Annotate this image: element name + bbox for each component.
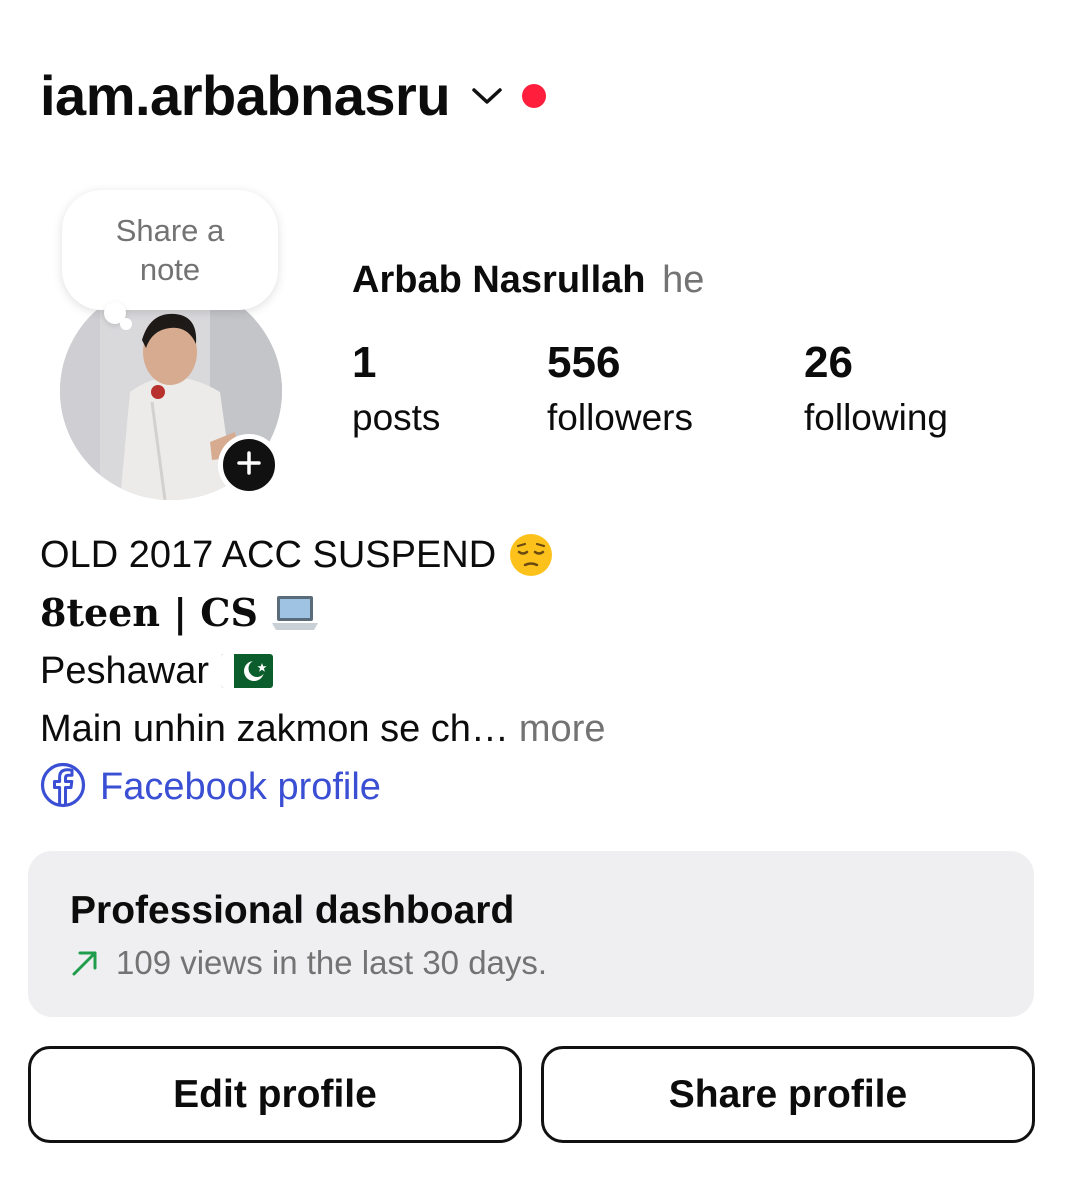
bio-line-2-text: 8teen | CS <box>40 590 258 635</box>
trend-up-arrow-icon <box>70 948 100 978</box>
posts-label: posts <box>352 397 441 438</box>
pensive-face-emoji <box>508 532 554 578</box>
pronouns: he <box>662 259 705 301</box>
notification-dot <box>522 84 547 108</box>
note-bubble-tail-small <box>120 318 132 330</box>
facebook-icon <box>40 762 86 813</box>
avatar-container <box>60 282 282 500</box>
bio-line-4: Main unhin zakmon se ch… more <box>40 700 1030 758</box>
profile-page: iam.arbabnasru Share a note Arbab Nasrul… <box>0 0 1070 1188</box>
bio-line-3-text: Peshawar <box>40 650 209 692</box>
followers-label: followers <box>547 397 693 438</box>
bio: OLD 2017 ACC SUSPEND 8teen | CS Peshawar… <box>40 526 1030 816</box>
pakistan-flag-emoji <box>220 652 273 690</box>
bio-line-1: OLD 2017 ACC SUSPEND <box>40 526 1030 584</box>
followers-count: 556 <box>547 338 621 387</box>
dashboard-subtitle: 109 views in the last 30 days. <box>116 944 548 981</box>
following-label: following <box>804 397 948 438</box>
followers-stat[interactable]: 556 followers <box>547 336 693 442</box>
plus-icon <box>236 450 262 481</box>
add-story-button[interactable] <box>218 434 280 496</box>
bio-line-3: Peshawar <box>40 642 1030 700</box>
full-name: Arbab Nasrullah <box>352 259 646 301</box>
posts-stat[interactable]: 1 posts <box>352 336 440 442</box>
share-note-bubble[interactable]: Share a note <box>62 190 278 310</box>
bio-line-1-text: OLD 2017 ACC SUSPEND <box>40 534 497 576</box>
bio-line-2: 8teen | CS <box>40 584 1030 642</box>
dashboard-subtitle-row: 109 views in the last 30 days. <box>70 941 992 985</box>
laptop-emoji <box>270 593 320 633</box>
dashboard-title: Professional dashboard <box>70 889 515 932</box>
posts-count: 1 <box>352 338 377 387</box>
following-count: 26 <box>804 338 853 387</box>
profile-header: iam.arbabnasru <box>40 58 547 134</box>
chevron-down-icon[interactable] <box>470 79 504 113</box>
bio-more-link[interactable]: more <box>519 700 606 758</box>
edit-profile-button[interactable]: Edit profile <box>28 1046 522 1143</box>
username[interactable]: iam.arbabnasru <box>40 58 451 134</box>
bio-line-4-text: Main unhin zakmon se ch… <box>40 708 509 750</box>
note-text: Share a note <box>115 213 225 287</box>
profile-name-line: Arbab Nasrullah he <box>352 256 704 304</box>
professional-dashboard[interactable]: Professional dashboard 109 views in the … <box>28 851 1034 1017</box>
share-profile-button[interactable]: Share profile <box>541 1046 1035 1143</box>
facebook-profile-label: Facebook profile <box>100 765 381 808</box>
following-stat[interactable]: 26 following <box>804 336 948 442</box>
facebook-profile-link[interactable]: Facebook profile <box>40 758 1030 816</box>
